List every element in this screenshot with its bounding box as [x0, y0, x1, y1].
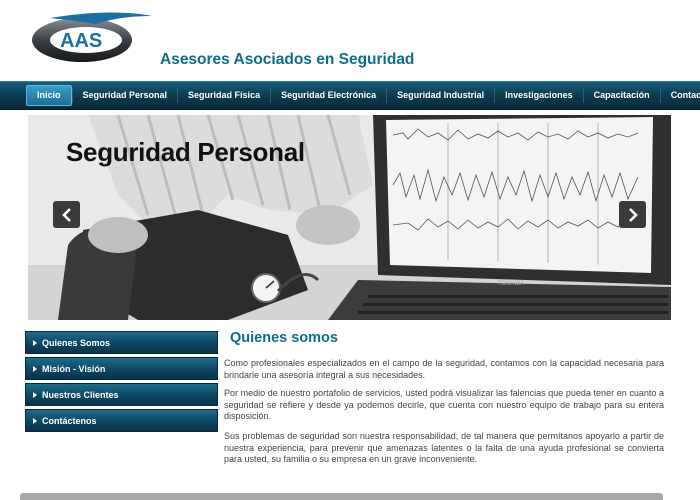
svg-text:TOSHIBA: TOSHIBA: [498, 281, 524, 287]
sidebar-item-label: Quienes Somos: [42, 337, 111, 348]
nav-item-2[interactable]: Seguridad Física: [178, 85, 270, 106]
main-nav: Inicio Seguridad Personal Seguridad Física…: [0, 81, 700, 110]
nav-item-5[interactable]: Investigaciones: [495, 85, 583, 106]
slider-next-button[interactable]: [619, 201, 646, 228]
sidebar-item-3[interactable]: Contáctenos: [25, 409, 218, 432]
sidebar-item-label: Nuestros Clientes: [42, 389, 119, 400]
nav-item-3[interactable]: Seguridad Electrónica: [271, 85, 386, 106]
caret-right-icon: [33, 391, 37, 398]
chevron-left-icon: [61, 207, 71, 222]
caret-right-icon: [33, 417, 37, 424]
sidebar-item-0[interactable]: Quienes Somos: [25, 331, 218, 354]
nav-item-7[interactable]: Contacto: [661, 85, 700, 106]
sidebar-item-2[interactable]: Nuestros Clientes: [25, 383, 218, 406]
logo[interactable]: AAS: [30, 10, 155, 68]
main-content: Quienes somos Como profesionales especia…: [224, 330, 664, 464]
sidebar-item-label: Misión - Visión: [42, 363, 106, 374]
nav-item-0[interactable]: Inicio: [26, 85, 72, 106]
hero-slider: TOSHIBA Seguridad Personal: [28, 115, 671, 320]
logo-swoosh-icon: AAS: [32, 12, 152, 62]
site-title[interactable]: Asesores Asociados en Seguridad: [160, 51, 414, 69]
sidebar-menu: Quienes Somos Misión - Visión Nuestros Cli…: [25, 331, 218, 435]
sidebar-item-1[interactable]: Misión - Visión: [25, 357, 218, 380]
nav-item-4[interactable]: Seguridad Industrial: [387, 85, 494, 106]
nav-item-1[interactable]: Seguridad Personal: [73, 85, 178, 106]
services-paragraph: Por medio de nuestro portafolio de servi…: [224, 388, 664, 421]
nav-list: Inicio Seguridad Personal Seguridad Física…: [26, 85, 700, 106]
slider-prev-button[interactable]: [53, 201, 80, 228]
hero-title: Seguridad Personal: [66, 137, 305, 167]
caret-right-icon: [33, 365, 37, 372]
sidebar-item-label: Contáctenos: [42, 415, 97, 426]
nav-item-6[interactable]: Capacitación: [584, 85, 660, 106]
footer-bar: [20, 493, 663, 500]
caret-right-icon: [33, 339, 37, 346]
header: AAS Asesores Asociados en Seguridad: [0, 0, 700, 80]
chevron-right-icon: [628, 207, 638, 222]
svg-text:AAS: AAS: [60, 30, 102, 52]
page-title: Quienes somos: [230, 330, 338, 346]
intro-paragraph: Como profesionales especializados en el …: [224, 358, 664, 380]
responsibility-paragraph: Sus problemas de seguridad son nuestra r…: [224, 431, 664, 464]
